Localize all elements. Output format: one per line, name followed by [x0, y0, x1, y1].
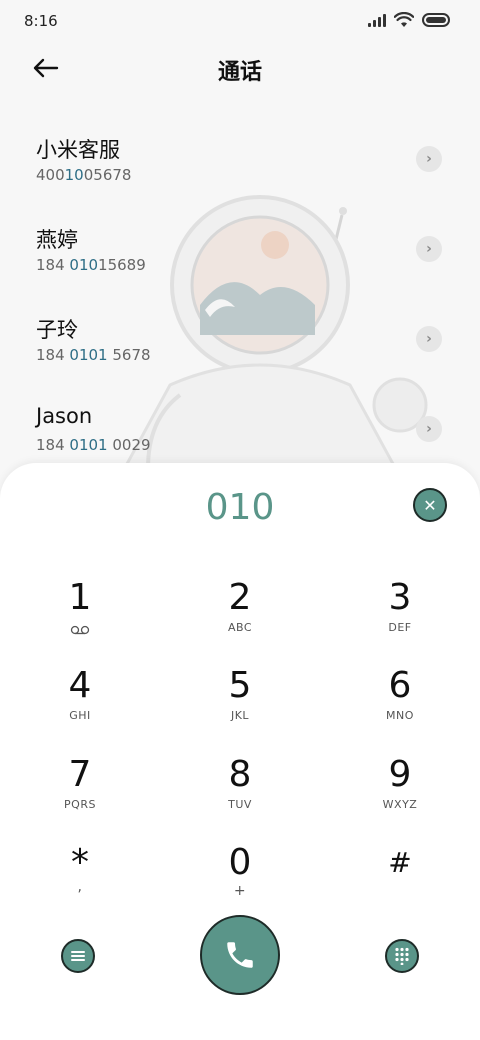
key-0[interactable]: 0 +	[180, 841, 300, 921]
phone-icon	[227, 942, 253, 968]
menu-button[interactable]	[61, 939, 95, 973]
contact-item[interactable]: 燕婷 184 01015689 ›	[0, 216, 480, 306]
status-time: 8:16	[24, 12, 58, 30]
contact-number: 184 0101 0029	[36, 436, 151, 454]
close-icon: ✕	[423, 495, 437, 515]
contact-name: 小米客服	[36, 138, 120, 162]
battery-icon	[422, 13, 450, 27]
contact-item[interactable]: 小米客服 4001005678 ›	[0, 126, 480, 216]
dialpad-panel: 010 ✕ 1 2 ABC 3 DEF 4 GHI 5 JKL 6 MNO 7 …	[0, 463, 480, 1040]
page-title: 通话	[217, 60, 262, 85]
wifi-icon	[394, 12, 414, 27]
contact-name: 燕婷	[36, 228, 78, 252]
key-8[interactable]: 8 TUV	[180, 753, 300, 833]
contact-name: 子玲	[36, 318, 78, 342]
key-4[interactable]: 4 GHI	[20, 664, 140, 744]
status-bar: 8:16	[0, 0, 480, 40]
contact-number: 184 01015689	[36, 256, 146, 274]
call-button[interactable]	[200, 915, 280, 995]
key-1[interactable]: 1	[20, 576, 140, 656]
chevron-right-icon[interactable]: ›	[416, 326, 442, 352]
voicemail-icon	[70, 625, 90, 635]
dial-input[interactable]: 010	[0, 487, 480, 528]
key-9[interactable]: 9 WXYZ	[340, 753, 460, 833]
signal-icon	[368, 13, 386, 27]
contact-name: Jason	[36, 404, 93, 428]
chevron-right-icon[interactable]: ›	[416, 146, 442, 172]
key-7[interactable]: 7 PQRS	[20, 753, 140, 833]
contact-list: 小米客服 4001005678 › 燕婷 184 01015689 › 子玲 1…	[0, 126, 480, 486]
chevron-right-icon[interactable]: ›	[416, 416, 442, 442]
contact-number: 184 0101 5678	[36, 346, 151, 364]
chevron-right-icon[interactable]: ›	[416, 236, 442, 262]
header: 通话	[0, 50, 480, 90]
dialpad-toggle-button[interactable]	[385, 939, 419, 973]
key-5[interactable]: 5 JKL	[180, 664, 300, 744]
contact-number: 4001005678	[36, 166, 132, 184]
key-6[interactable]: 6 MNO	[340, 664, 460, 744]
dialpad-icon	[395, 947, 409, 965]
key-2[interactable]: 2 ABC	[180, 576, 300, 656]
contact-item[interactable]: 子玲 184 0101 5678 ›	[0, 306, 480, 396]
status-icons	[368, 12, 450, 28]
menu-icon	[71, 951, 85, 961]
key-hash[interactable]: #	[340, 841, 460, 921]
key-star[interactable]: * ,	[20, 841, 140, 921]
clear-button[interactable]: ✕	[413, 488, 447, 522]
key-3[interactable]: 3 DEF	[340, 576, 460, 656]
